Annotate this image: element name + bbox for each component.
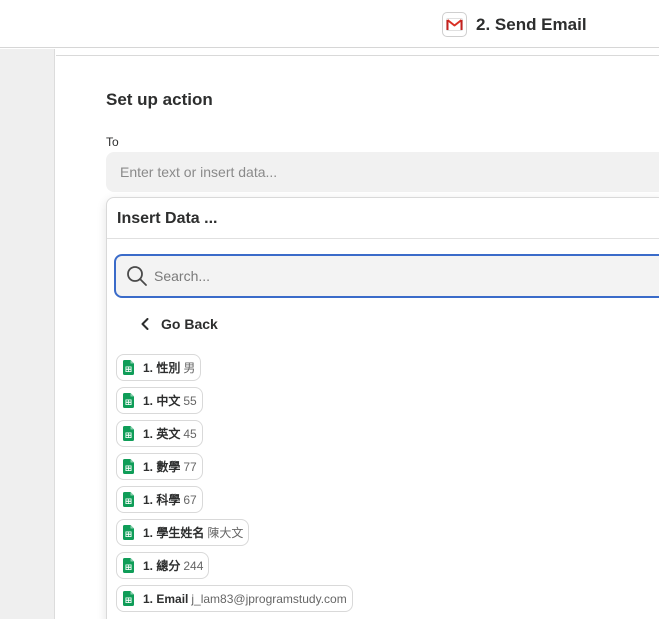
chevron-left-icon (141, 318, 149, 330)
data-item-science[interactable]: 1. 科學 67 (116, 486, 203, 513)
to-field-label: To (106, 135, 119, 149)
to-field[interactable] (106, 152, 659, 192)
google-sheets-icon (123, 393, 134, 408)
data-item-english[interactable]: 1. 英文 45 (116, 420, 203, 447)
go-back-label: Go Back (161, 316, 218, 332)
google-sheets-icon (123, 360, 134, 375)
section-title: Set up action (106, 90, 213, 109)
data-items-list: 1. 性別 男 1. 中文 55 1. 英文 45 1. 數學 77 1. 科學… (116, 354, 353, 618)
gmail-icon (442, 12, 467, 37)
data-item-value: j_lam83@jprogramstudy.com (191, 591, 347, 606)
search-box[interactable] (114, 254, 659, 298)
left-sidebar-gutter (0, 49, 55, 619)
data-item-gender[interactable]: 1. 性別 男 (116, 354, 202, 381)
step-title-label: 2. Send Email (476, 14, 587, 34)
search-input[interactable] (154, 256, 654, 296)
data-item-email[interactable]: 1. Email j_lam83@jprogramstudy.com (116, 585, 353, 612)
insert-data-title: Insert Data ... (107, 198, 659, 239)
google-sheets-icon (123, 558, 134, 573)
data-item-label: 1. 總分 (143, 559, 181, 573)
google-sheets-icon (123, 591, 134, 606)
data-item-chinese[interactable]: 1. 中文 55 (116, 387, 203, 414)
data-item-value: 244 (183, 558, 204, 573)
data-item-student-name[interactable]: 1. 學生姓名 陳大文 (116, 519, 250, 546)
data-item-label: 1. 中文 (143, 394, 181, 408)
data-item-label: 1. 學生姓名 (143, 526, 205, 540)
google-sheets-icon (123, 525, 134, 540)
data-item-value: 55 (183, 393, 197, 408)
data-item-label: 1. 數學 (143, 460, 181, 474)
insert-data-dropdown: Insert Data ... Go Back 1. 性別 男 1. 中文 55… (106, 197, 659, 619)
data-item-value: 陳大文 (207, 526, 244, 540)
google-sheets-icon (123, 459, 134, 474)
go-back-button[interactable]: Go Back (141, 316, 218, 332)
top-bar: 2. Send Email (0, 0, 659, 48)
data-item-math[interactable]: 1. 數學 77 (116, 453, 203, 480)
data-item-value: 77 (183, 459, 197, 474)
data-item-label: 1. Email (143, 591, 189, 606)
data-item-value: 67 (183, 492, 197, 507)
google-sheets-icon (123, 426, 134, 441)
step-title[interactable]: 2. Send Email (442, 12, 587, 37)
data-item-value: 男 (183, 361, 196, 375)
google-sheets-icon (123, 492, 134, 507)
divider (56, 55, 659, 56)
data-item-total[interactable]: 1. 總分 244 (116, 552, 210, 579)
search-icon (127, 266, 147, 286)
data-item-label: 1. 英文 (143, 427, 181, 441)
data-item-value: 45 (183, 426, 197, 441)
data-item-label: 1. 性別 (143, 361, 181, 375)
data-item-label: 1. 科學 (143, 493, 181, 507)
